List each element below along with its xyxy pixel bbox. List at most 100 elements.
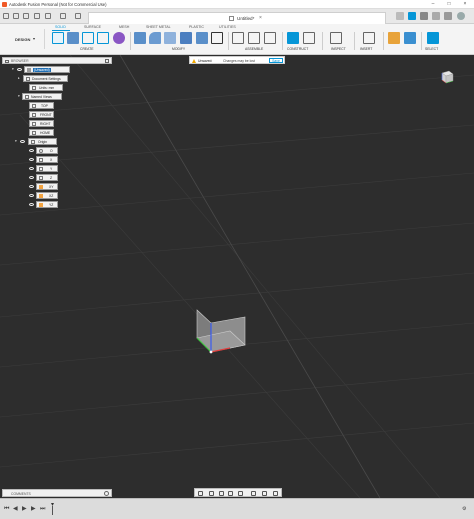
origin-planes[interactable]	[196, 309, 246, 354]
help-icon[interactable]	[444, 12, 452, 20]
select-arrow-icon[interactable]	[427, 32, 439, 44]
canvas-viewport[interactable]: BROWSER ▾ (Unsaved) ▸ Document Settings …	[0, 55, 474, 498]
tab-solid[interactable]: SOLID	[55, 25, 66, 29]
visibility-eye-icon[interactable]	[29, 167, 34, 170]
maximize-icon[interactable]: □	[442, 1, 456, 8]
visibility-eye-icon[interactable]	[29, 149, 34, 152]
orbit-icon[interactable]	[198, 490, 203, 496]
axis-icon[interactable]	[303, 32, 315, 44]
visibility-eye-icon[interactable]	[29, 158, 34, 161]
joint-icon[interactable]	[248, 32, 260, 44]
tab-mesh[interactable]: MESH	[119, 25, 129, 29]
tab-surface[interactable]: SURFACE	[84, 25, 101, 29]
group-construct[interactable]: CONSTRUCT	[287, 47, 308, 51]
visibility-eye-icon[interactable]	[29, 194, 34, 197]
named-views-node[interactable]: Named Views	[22, 93, 62, 100]
measure-icon[interactable]	[330, 32, 342, 44]
expand-arrow-icon[interactable]: ▾	[15, 139, 17, 143]
redo-icon[interactable]	[45, 13, 51, 19]
play-icon[interactable]: ▶	[22, 506, 27, 512]
create-sketch-icon[interactable]	[52, 32, 64, 44]
units-node[interactable]: Units: mm	[29, 84, 63, 91]
close-icon[interactable]: ×	[458, 1, 472, 8]
viewports-icon[interactable]	[273, 490, 278, 496]
zoom-icon[interactable]	[228, 490, 233, 496]
add-comment-icon[interactable]	[104, 491, 109, 496]
fillet-icon[interactable]	[149, 32, 161, 44]
group-modify[interactable]: MODIFY	[172, 47, 185, 51]
origin-point-o[interactable]: O	[36, 147, 58, 154]
group-select[interactable]: SELECT	[425, 47, 438, 51]
pin-icon[interactable]	[105, 59, 109, 63]
origin-node[interactable]: Origin	[28, 138, 57, 145]
browser-panel-header[interactable]: BROWSER	[2, 57, 112, 64]
close-doc-icon[interactable]	[60, 13, 66, 19]
extensions-icon[interactable]	[408, 12, 416, 20]
step-back-icon[interactable]: ◀	[13, 506, 18, 512]
file-menu-icon[interactable]	[13, 13, 19, 19]
app-grid-icon[interactable]	[3, 13, 9, 19]
notifications-icon[interactable]	[432, 12, 440, 20]
grid-snaps-icon[interactable]	[262, 490, 267, 496]
decal-icon[interactable]	[388, 32, 400, 44]
close-tab-icon[interactable]: ×	[259, 15, 262, 21]
new-tab-icon[interactable]	[396, 12, 404, 20]
group-insert[interactable]: INSERT	[360, 47, 372, 51]
undo-icon[interactable]	[34, 13, 40, 19]
combine-icon[interactable]	[196, 32, 208, 44]
save-button[interactable]: Save	[269, 57, 283, 63]
tab-utilities[interactable]: UTILITIES	[219, 25, 236, 29]
canvas-icon[interactable]	[404, 32, 416, 44]
workspace-switcher[interactable]: DESIGN ▾	[2, 29, 45, 49]
form-icon[interactable]	[113, 32, 125, 44]
origin-axis-z[interactable]: Z	[36, 174, 58, 181]
timeline-settings-icon[interactable]: ⚙	[462, 506, 466, 512]
viewcube[interactable]	[438, 68, 456, 86]
origin-plane-xy[interactable]: XY	[36, 183, 58, 190]
sketch-rectangle-icon[interactable]	[82, 32, 94, 44]
display-settings-icon[interactable]	[251, 490, 256, 496]
offset-plane-icon[interactable]	[287, 32, 299, 44]
visibility-eye-icon[interactable]	[29, 176, 34, 179]
job-status-icon[interactable]	[420, 12, 428, 20]
minimize-icon[interactable]: –	[426, 1, 440, 8]
named-view-right[interactable]: RIGHT	[29, 120, 54, 127]
origin-axis-x[interactable]: X	[36, 156, 58, 163]
origin-plane-yz[interactable]: YZ	[36, 201, 58, 208]
group-inspect[interactable]: INSPECT	[331, 47, 346, 51]
visibility-eye-icon[interactable]	[17, 68, 22, 71]
extrude-icon[interactable]	[67, 32, 79, 44]
browser-root-node[interactable]: (Unsaved)	[24, 66, 70, 73]
insert-derive-icon[interactable]	[363, 32, 375, 44]
comments-panel[interactable]: COMMENTS	[2, 489, 112, 497]
expand-arrow-icon[interactable]: ▾	[12, 67, 14, 71]
browser-collapse-icon[interactable]	[5, 59, 9, 63]
step-forward-icon[interactable]: ▶	[31, 506, 36, 512]
pan-icon[interactable]	[219, 490, 224, 496]
named-view-front[interactable]: FRONT	[29, 111, 54, 118]
press-pull-icon[interactable]	[134, 32, 146, 44]
document-tab[interactable]: Untitled* ×	[88, 12, 386, 24]
finish-sketch-icon[interactable]	[97, 32, 109, 44]
named-view-home[interactable]: HOME	[29, 129, 54, 136]
group-assemble[interactable]: ASSEMBLE	[245, 47, 263, 51]
named-view-top[interactable]: TOP	[29, 102, 54, 109]
fit-icon[interactable]	[238, 490, 243, 496]
home-icon[interactable]	[75, 13, 81, 19]
visibility-eye-icon[interactable]	[29, 185, 34, 188]
account-avatar[interactable]	[457, 12, 465, 20]
visibility-eye-icon[interactable]	[29, 203, 34, 206]
new-component-icon[interactable]	[232, 32, 244, 44]
document-settings-node[interactable]: Document Settings	[23, 75, 68, 82]
tab-sheet-metal[interactable]: SHEET METAL	[146, 25, 171, 29]
timeline-marker[interactable]	[51, 503, 54, 515]
go-to-end-icon[interactable]: ⏭	[40, 506, 45, 512]
origin-plane-xz[interactable]: XZ	[36, 192, 58, 199]
chamfer-icon[interactable]	[164, 32, 176, 44]
as-built-joint-icon[interactable]	[264, 32, 276, 44]
look-at-icon[interactable]	[209, 490, 214, 496]
save-icon[interactable]	[23, 13, 29, 19]
tab-plastic[interactable]: PLASTIC	[189, 25, 204, 29]
visibility-eye-icon[interactable]	[20, 140, 25, 143]
move-icon[interactable]	[211, 32, 223, 44]
